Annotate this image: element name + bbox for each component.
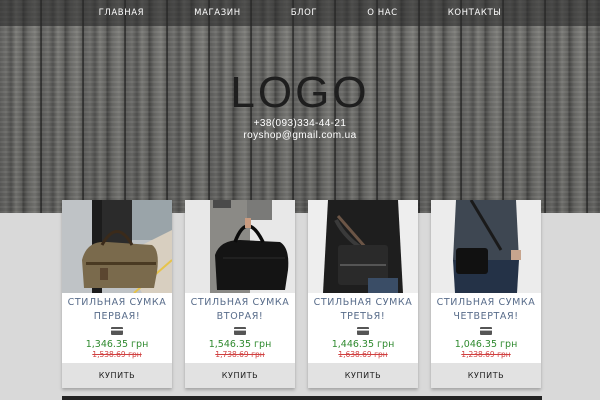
product-price: 1,346.35 грн [85, 339, 149, 350]
product-title[interactable]: СТИЛЬНАЯ СУМКА ЧЕТВЕРТАЯ! [431, 296, 541, 324]
product-grid: СТИЛЬНАЯ СУМКА ПЕРВАЯ! 1,346.35 грн 1,53… [62, 200, 542, 388]
site-logo[interactable]: LOGO [0, 68, 600, 118]
product-title[interactable]: СТИЛЬНАЯ СУМКА ПЕРВАЯ! [62, 296, 172, 324]
product-image[interactable] [431, 200, 541, 293]
product-card: СТИЛЬНАЯ СУМКА ВТОРАЯ! 1,546.35 грн 1,73… [185, 200, 295, 388]
phone-number[interactable]: +38(093)334-44-21 [0, 118, 600, 130]
product-old-price: 1,238.69 грн [461, 350, 511, 359]
credit-card-icon [357, 327, 369, 335]
buy-button[interactable]: КУПИТЬ [308, 363, 418, 388]
nav-item-blog[interactable]: БЛОГ [291, 8, 318, 18]
product-old-price: 1,738.69 грн [215, 350, 265, 359]
product-image[interactable] [308, 200, 418, 293]
product-title[interactable]: СТИЛЬНАЯ СУМКА ВТОРАЯ! [185, 296, 295, 324]
nav-item-contacts[interactable]: КОНТАКТЫ [448, 8, 502, 18]
credit-card-icon [234, 327, 246, 335]
product-image[interactable] [185, 200, 295, 293]
buy-button[interactable]: КУПИТЬ [62, 363, 172, 388]
product-price: 1,046.35 грн [454, 339, 518, 350]
nav-item-about[interactable]: О НАС [367, 8, 398, 18]
nav-item-shop[interactable]: МАГАЗИН [194, 8, 241, 18]
buy-button[interactable]: КУПИТЬ [431, 363, 541, 388]
product-card: СТИЛЬНАЯ СУМКА ТРЕТЬЯ! 1,446.35 грн 1,63… [308, 200, 418, 388]
product-image[interactable] [62, 200, 172, 293]
product-price: 1,446.35 грн [331, 339, 395, 350]
buy-button[interactable]: КУПИТЬ [185, 363, 295, 388]
next-section-edge [62, 396, 542, 400]
page: ГЛАВНАЯ МАГАЗИН БЛОГ О НАС КОНТАКТЫ LOGO… [0, 0, 600, 400]
product-title[interactable]: СТИЛЬНАЯ СУМКА ТРЕТЬЯ! [308, 296, 418, 324]
product-price: 1,546.35 грн [208, 339, 272, 350]
credit-card-icon [480, 327, 492, 335]
header-contacts: +38(093)334-44-21 royshop@gmail.com.ua [0, 118, 600, 142]
email-address[interactable]: royshop@gmail.com.ua [0, 130, 600, 142]
product-card: СТИЛЬНАЯ СУМКА ПЕРВАЯ! 1,346.35 грн 1,53… [62, 200, 172, 388]
product-old-price: 1,638.69 грн [338, 350, 388, 359]
product-old-price: 1,538.69 грн [92, 350, 142, 359]
nav-item-home[interactable]: ГЛАВНАЯ [99, 8, 145, 18]
top-navigation: ГЛАВНАЯ МАГАЗИН БЛОГ О НАС КОНТАКТЫ [0, 0, 600, 26]
product-card: СТИЛЬНАЯ СУМКА ЧЕТВЕРТАЯ! 1,046.35 грн 1… [431, 200, 541, 388]
credit-card-icon [111, 327, 123, 335]
